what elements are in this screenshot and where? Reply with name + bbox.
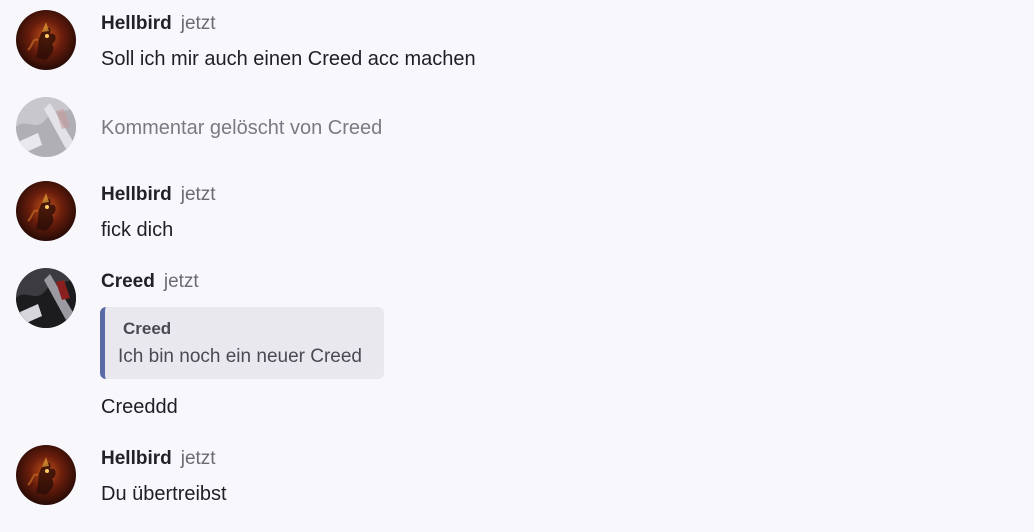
timestamp: jetzt — [180, 184, 216, 205]
comment-text: Soll ich mir auch einen Creed acc machen — [101, 48, 476, 70]
quoted-comment[interactable]: Creed Ich bin noch ein neuer Creed — [100, 307, 384, 379]
creed-avatar[interactable] — [16, 268, 76, 328]
author-name[interactable]: Hellbird — [101, 13, 172, 34]
quoted-author: Creed — [123, 319, 172, 338]
comment-header: Hellbird jetzt — [101, 448, 216, 470]
author-name[interactable]: Hellbird — [101, 448, 172, 469]
comment-text: fick dich — [101, 219, 174, 241]
hellbird-avatar[interactable] — [16, 181, 76, 241]
creed-avatar[interactable] — [16, 97, 76, 157]
comment-header: Creed jetzt — [101, 271, 199, 293]
comment-header: Hellbird jetzt — [101, 184, 216, 206]
creed-avatar-image — [16, 268, 76, 328]
hellbird-avatar[interactable] — [16, 445, 76, 505]
timestamp: jetzt — [180, 13, 216, 34]
comment-text: Creeddd — [101, 396, 178, 418]
comment-header: Hellbird jetzt — [101, 13, 216, 35]
hellbird-avatar[interactable] — [16, 10, 76, 70]
hellbird-avatar-image — [16, 10, 76, 70]
author-name[interactable]: Hellbird — [101, 184, 172, 205]
timestamp: jetzt — [163, 271, 199, 292]
quoted-text: Ich bin noch ein neuer Creed — [118, 346, 362, 367]
creed-avatar-image — [16, 97, 76, 157]
deleted-comment-text: Kommentar gelöscht von Creed — [101, 117, 383, 139]
timestamp: jetzt — [180, 448, 216, 469]
hellbird-avatar-image — [16, 445, 76, 505]
comment-text: Du übertreibst — [101, 483, 227, 505]
author-name[interactable]: Creed — [101, 271, 155, 292]
comment-feed: Hellbird jetzt Soll ich mir auch einen Cr… — [0, 0, 1034, 532]
hellbird-avatar-image — [16, 181, 76, 241]
